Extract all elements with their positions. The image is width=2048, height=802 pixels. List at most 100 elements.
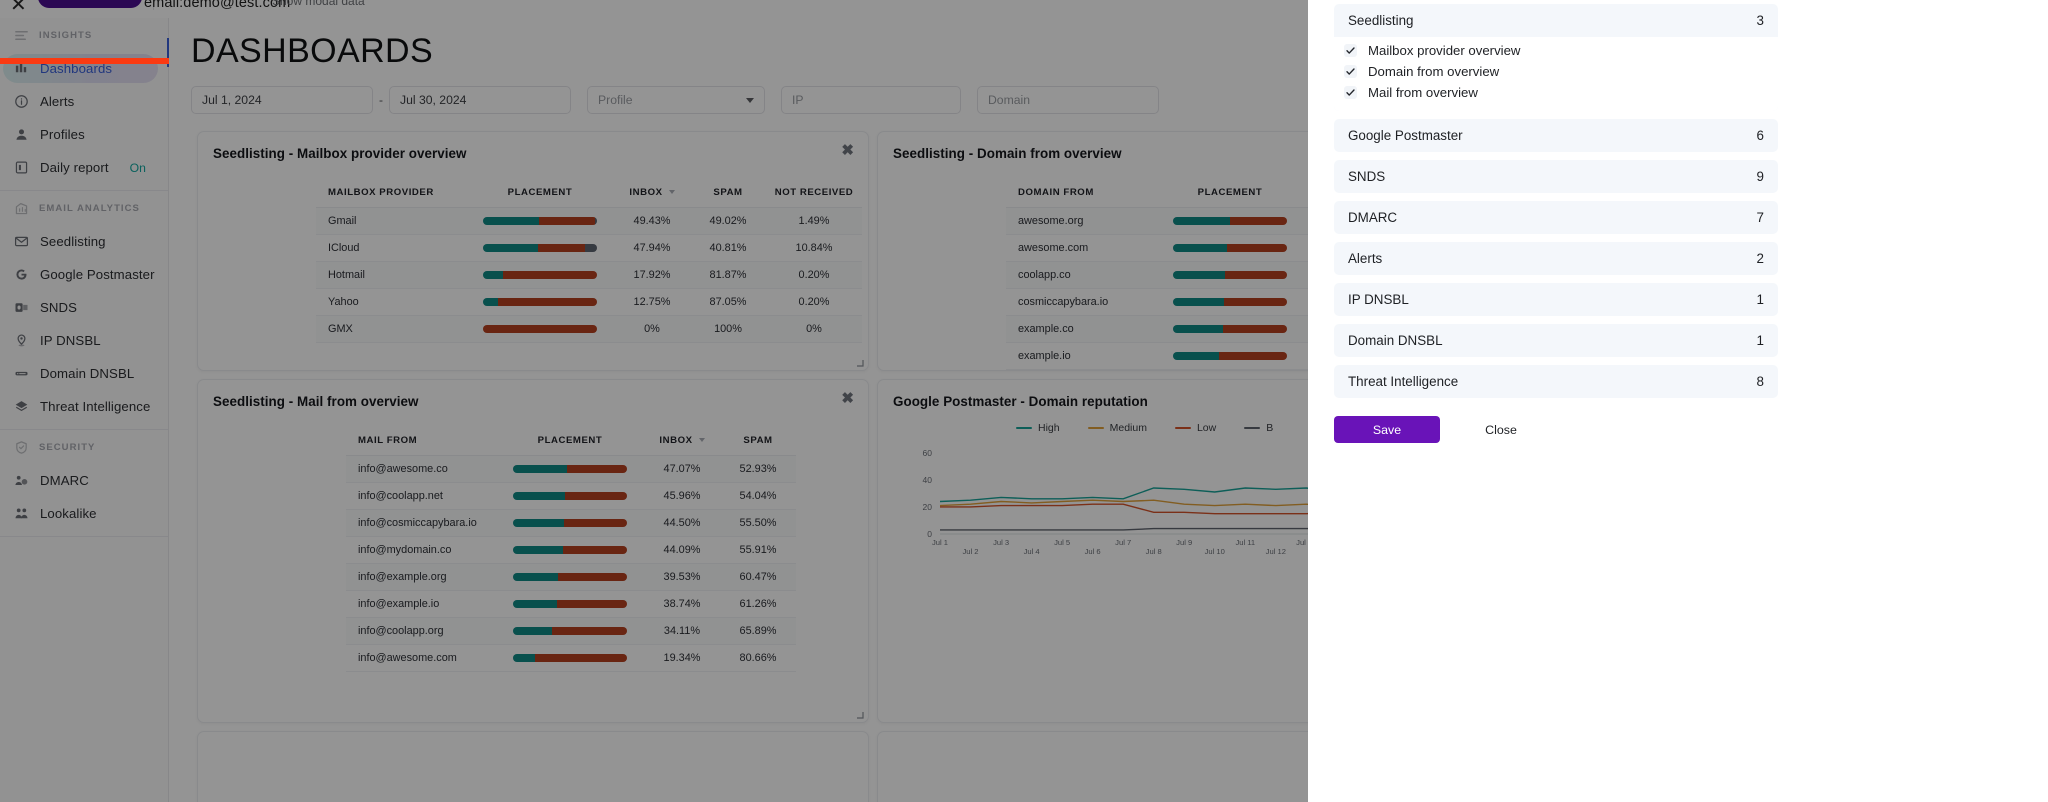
placement-bar [483, 244, 597, 253]
sidebar-item-dmarc[interactable]: DMARC [0, 464, 168, 497]
close-icon[interactable]: ✖ [841, 143, 854, 158]
placement-bar [513, 492, 627, 501]
legend-swatch [1087, 426, 1104, 430]
cell-placement [1156, 288, 1304, 316]
x-tick-label: Jul 2 [962, 547, 978, 556]
column-header[interactable]: PLACEMENT [496, 426, 644, 456]
cell-not-received: 1.49% [766, 207, 862, 235]
column-header[interactable]: INBOX [644, 426, 720, 456]
sidebar-item-profiles[interactable]: Profiles [0, 118, 168, 151]
widget-group-header[interactable]: Seedlisting 3 [1334, 4, 1778, 37]
sidebar-item-threat-intelligence[interactable]: Threat Intelligence [0, 390, 168, 423]
table-row[interactable]: Yahoo 12.75% 87.05% 0.20% [316, 288, 862, 316]
widget-group-header[interactable]: DMARC 7 [1334, 201, 1778, 234]
column-header[interactable]: MAILBOX PROVIDER [316, 178, 466, 208]
widget-group-header[interactable]: IP DNSBL 1 [1334, 283, 1778, 316]
table-row[interactable]: info@example.io 38.74% 61.26% [346, 590, 796, 618]
close-button[interactable]: Close [1448, 416, 1554, 443]
sidebar-item-google-postmaster[interactable]: Google Postmaster [0, 258, 168, 291]
legend-item[interactable]: Low [1174, 422, 1216, 434]
close-icon[interactable]: ✖ [841, 391, 854, 406]
resize-handle-icon[interactable] [856, 359, 864, 367]
widget-group-header[interactable]: Threat Intelligence 8 [1334, 365, 1778, 398]
widget-option-domain-from-overview[interactable]: Domain from overview [1334, 61, 1778, 82]
save-button[interactable]: Save [1334, 416, 1440, 443]
column-header[interactable]: DOMAIN FROM [1006, 178, 1156, 208]
table-row[interactable]: GMX 0% 100% 0% [316, 315, 862, 343]
cell-mailbox-provider: ICloud [316, 234, 466, 262]
cell-placement [496, 563, 644, 591]
table-row[interactable]: info@cosmiccapybara.io 44.50% 55.50% [346, 509, 796, 537]
table-row[interactable]: info@coolapp.org 34.11% 65.89% [346, 617, 796, 645]
table-row[interactable]: info@example.org 39.53% 60.47% [346, 563, 796, 591]
column-header[interactable]: SPAM [720, 426, 796, 456]
checkbox-icon[interactable] [1344, 44, 1357, 57]
cell-inbox: 49.43% [614, 207, 690, 235]
legend-swatch [1016, 426, 1032, 430]
placement-bar [1173, 217, 1287, 226]
widget-group-header[interactable]: Google Postmaster 6 [1334, 119, 1778, 152]
sidebar-item-seedlisting[interactable]: Seedlisting [0, 225, 168, 258]
table-row[interactable]: info@awesome.com 19.34% 80.66% [346, 644, 796, 672]
sidebar-item-domain-dnsbl[interactable]: Domain DNSBL [0, 357, 168, 390]
placement-inbox-segment [513, 573, 559, 582]
legend-item[interactable]: Medium [1087, 422, 1147, 434]
x-tick-label: Jul 10 [1205, 547, 1225, 556]
checkbox-icon[interactable] [1344, 65, 1357, 78]
sidebar-item-alerts[interactable]: Alerts [0, 85, 168, 118]
profile-select[interactable]: Profile [587, 86, 765, 114]
date-from-input[interactable]: Jul 1, 2024 [191, 86, 373, 114]
date-to-input[interactable]: Jul 30, 2024 [389, 86, 571, 114]
close-icon[interactable]: ✕ [10, 0, 27, 17]
widget-option-mailbox-provider-overview[interactable]: Mailbox provider overview [1334, 40, 1778, 61]
cell-placement [496, 644, 644, 672]
checkbox-icon[interactable] [1344, 86, 1357, 99]
column-header[interactable]: PLACEMENT [1156, 178, 1304, 208]
placement-inbox-segment [513, 600, 558, 609]
pin-icon [14, 333, 29, 348]
placement-bar [1173, 298, 1287, 307]
column-header[interactable]: PLACEMENT [466, 178, 614, 208]
column-header[interactable]: NOT RECEIVED [766, 178, 862, 208]
table-row[interactable]: Hotmail 17.92% 81.87% 0.20% [316, 261, 862, 289]
sidebar-section-insights: INSIGHTS [0, 18, 168, 52]
widget-group-header[interactable]: Alerts 2 [1334, 242, 1778, 275]
sidebar-item-dashboards[interactable]: Dashboards [0, 52, 168, 85]
legend-item[interactable]: High [1016, 422, 1060, 434]
widget-group-header[interactable]: Domain DNSBL 1 [1334, 324, 1778, 357]
cell-inbox: 47.94% [614, 234, 690, 262]
sidebar-item-lookalike[interactable]: Lookalike [0, 497, 168, 530]
cell-placement [466, 261, 614, 289]
table-row[interactable]: info@coolapp.net 45.96% 54.04% [346, 482, 796, 510]
widget-option-mail-from-overview[interactable]: Mail from overview [1334, 82, 1778, 103]
widget-option-label: Mail from overview [1368, 85, 1478, 100]
table-row[interactable]: Gmail 49.43% 49.02% 1.49% [316, 207, 862, 235]
placement-bar [513, 600, 627, 609]
table-row[interactable]: info@awesome.co 47.07% 52.93% [346, 455, 796, 483]
widget-group-label: Alerts [1348, 251, 1383, 266]
widget-group-label: SNDS [1348, 169, 1386, 184]
table-row[interactable]: info@mydomain.co 44.09% 55.91% [346, 536, 796, 564]
table-row[interactable]: ICloud 47.94% 40.81% 10.84% [316, 234, 862, 262]
column-header[interactable]: SPAM [690, 178, 766, 208]
placement-inbox-segment [513, 627, 552, 636]
widget-group-count: 8 [1756, 374, 1764, 389]
placement-spam-segment [566, 465, 627, 474]
card-bottom-left-partial [197, 731, 869, 802]
sidebar-item-daily-report[interactable]: Daily report On [0, 151, 168, 184]
widget-group-count: 9 [1756, 169, 1764, 184]
domain-input[interactable]: Domain [977, 86, 1159, 114]
column-header[interactable]: MAIL FROM [346, 426, 496, 456]
cell-placement [1156, 261, 1304, 289]
widget-group-seedlisting: Seedlisting 3 Mailbox provider overview Dom… [1334, 4, 1778, 111]
column-header[interactable]: INBOX [614, 178, 690, 208]
placement-inbox-segment [1173, 244, 1227, 253]
ip-input[interactable]: IP [781, 86, 961, 114]
placement-spam-segment [537, 244, 585, 253]
legend-item[interactable]: B [1244, 422, 1273, 434]
cell-inbox: 19.34% [644, 644, 720, 672]
widget-group-header[interactable]: SNDS 9 [1334, 160, 1778, 193]
sidebar-item-ip-dnsbl[interactable]: IP DNSBL [0, 324, 168, 357]
resize-handle-icon[interactable] [856, 711, 864, 719]
sidebar-item-snds[interactable]: SNDS [0, 291, 168, 324]
